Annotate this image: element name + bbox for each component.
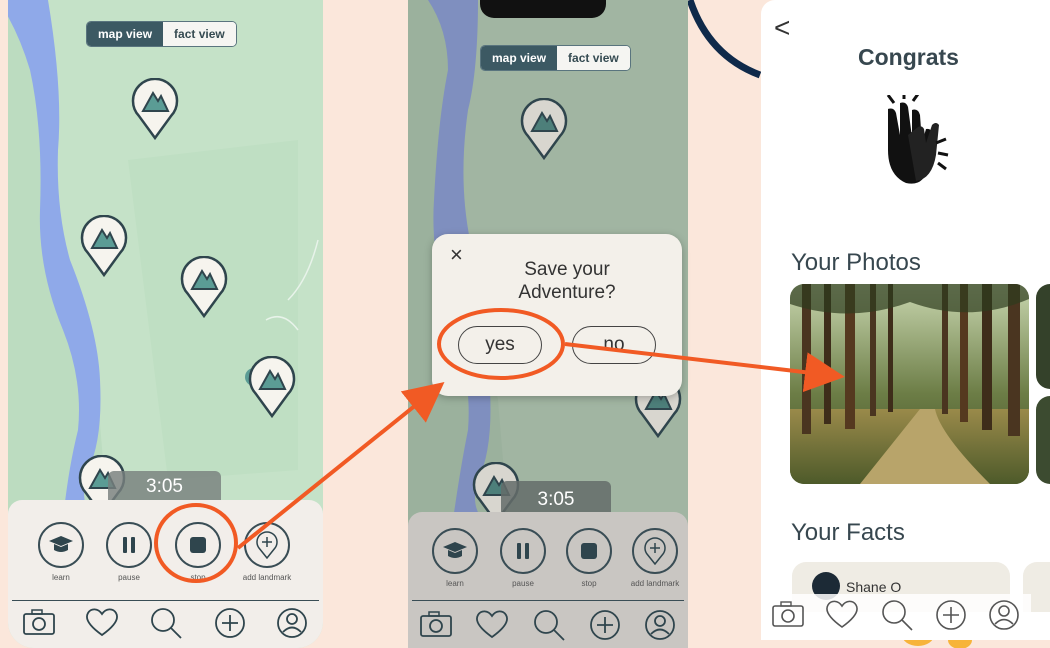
stop-button[interactable]: stop <box>163 522 233 582</box>
congrats-screen: < Congrats Your Photos Your Facts Shane … <box>761 0 1050 640</box>
graduation-cap-icon <box>49 536 73 552</box>
add-pin-icon <box>256 531 278 559</box>
heart-icon[interactable] <box>84 606 120 638</box>
pause-label: pause <box>512 579 534 588</box>
yes-button[interactable]: yes <box>458 326 542 364</box>
control-panel: learn pause stop add landmark <box>8 500 323 648</box>
mountain-pin-icon <box>520 97 568 161</box>
adventure-photo[interactable] <box>1036 284 1050 389</box>
mountain-pin-icon <box>248 355 296 419</box>
fact-view-tab[interactable]: fact view <box>163 22 236 46</box>
search-icon[interactable] <box>531 608 567 642</box>
no-button[interactable]: no <box>572 326 656 364</box>
profile-icon[interactable] <box>987 598 1021 632</box>
plus-circle-icon[interactable] <box>588 608 622 642</box>
learn-label: learn <box>52 573 70 582</box>
page-title: Congrats <box>858 44 959 70</box>
dialog-question: Save your Adventure? <box>518 259 616 303</box>
bottom-nav <box>8 606 323 640</box>
plus-circle-icon[interactable] <box>934 598 968 632</box>
stop-label: stop <box>581 579 597 588</box>
learn-label: learn <box>446 579 464 588</box>
mountain-pin-icon <box>131 77 179 141</box>
bottom-nav <box>408 608 688 642</box>
landmark-pin[interactable] <box>131 77 179 145</box>
stop-button[interactable]: stop <box>554 528 624 588</box>
back-icon[interactable]: < <box>774 12 790 44</box>
landmark-pin[interactable] <box>180 255 228 323</box>
camera-icon[interactable] <box>22 606 56 638</box>
adventure-photo[interactable] <box>1036 396 1050 484</box>
camera-icon[interactable] <box>771 598 805 630</box>
plus-circle-icon[interactable] <box>213 606 247 640</box>
stop-icon <box>190 537 206 553</box>
photos-heading: Your Photos <box>791 249 921 276</box>
fact-author: Shane O <box>846 579 902 595</box>
add-landmark-button[interactable]: add landmark <box>620 528 688 588</box>
learn-button[interactable]: learn <box>26 522 96 582</box>
clapping-hands-icon <box>886 95 949 184</box>
landmark-pin[interactable] <box>80 214 128 282</box>
add-landmark-button[interactable]: add landmark <box>232 522 302 582</box>
adventure-photo[interactable] <box>790 284 1029 484</box>
heart-icon[interactable] <box>824 598 860 630</box>
add-landmark-label: add landmark <box>242 573 292 582</box>
landmark-pin[interactable] <box>520 97 568 165</box>
forest-photo <box>790 284 1029 484</box>
stop-icon <box>581 543 597 559</box>
pause-icon <box>123 537 135 553</box>
profile-icon[interactable] <box>275 606 309 640</box>
profile-icon[interactable] <box>643 608 677 642</box>
add-pin-icon <box>644 537 666 565</box>
pause-icon <box>517 543 529 559</box>
facts-heading: Your Facts <box>791 519 905 546</box>
search-icon[interactable] <box>879 598 915 632</box>
heart-icon[interactable] <box>474 608 510 640</box>
search-icon[interactable] <box>148 606 184 640</box>
nav-divider <box>412 600 684 601</box>
phone-notch <box>480 0 606 18</box>
map-screen: map view fact view 3:05 learn pause stop… <box>8 0 323 648</box>
map-view-tab[interactable]: map view <box>481 46 558 70</box>
pause-button[interactable]: pause <box>488 528 558 588</box>
add-landmark-label: add landmark <box>630 579 680 588</box>
pause-label: pause <box>118 573 140 582</box>
close-icon[interactable]: × <box>450 242 463 268</box>
mountain-pin-icon <box>180 255 228 319</box>
map-view-tab[interactable]: map view <box>87 22 164 46</box>
graduation-cap-icon <box>443 542 467 558</box>
nav-divider <box>12 600 319 601</box>
fact-view-tab[interactable]: fact view <box>557 46 630 70</box>
mountain-pin-icon <box>80 214 128 278</box>
bottom-nav <box>761 594 1031 638</box>
learn-button[interactable]: learn <box>420 528 490 588</box>
landmark-pin[interactable] <box>248 355 296 423</box>
view-toggle: map view fact view <box>86 21 237 47</box>
view-toggle: map view fact view <box>480 45 631 71</box>
stop-label: stop <box>190 573 206 582</box>
timer: 3:05 <box>108 471 221 503</box>
camera-icon[interactable] <box>419 608 453 640</box>
pause-button[interactable]: pause <box>94 522 164 582</box>
save-dialog: × Save your Adventure? yes no <box>432 234 682 396</box>
control-panel: learn pause stop add landmark <box>408 512 688 648</box>
